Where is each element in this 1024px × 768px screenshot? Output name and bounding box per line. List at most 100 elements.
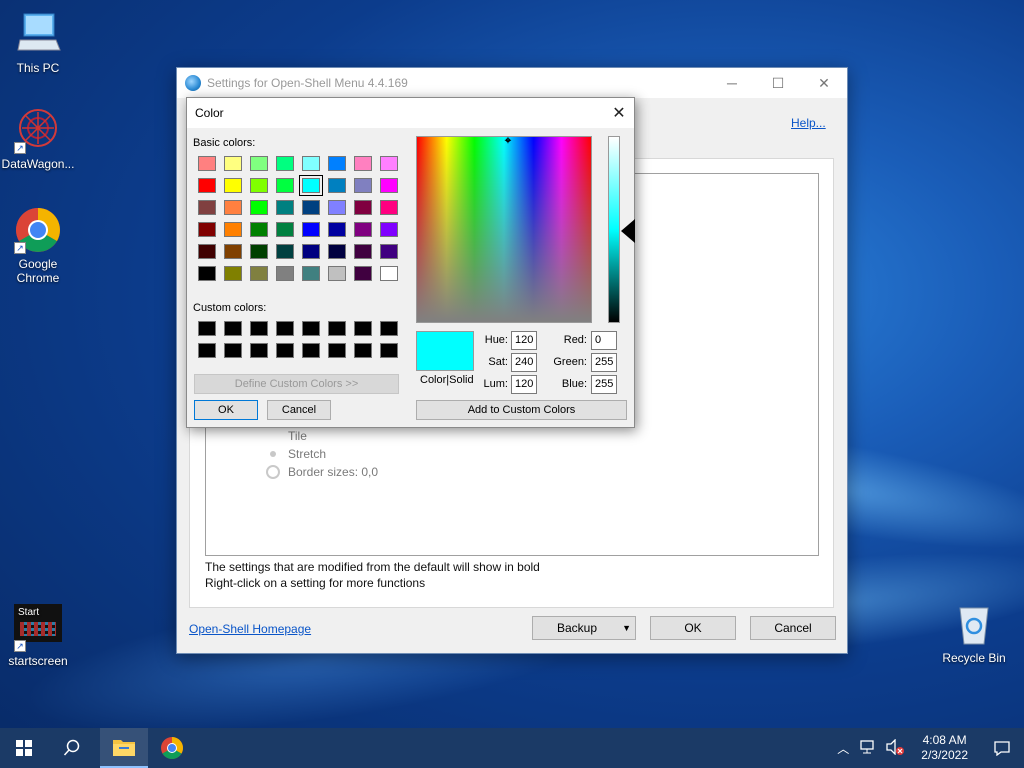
color-dialog-close-button[interactable]: ✕ xyxy=(604,98,634,128)
minimize-button[interactable]: ─ xyxy=(709,68,755,98)
green-field[interactable]: 255 xyxy=(591,353,617,372)
hue-field[interactable]: 120 xyxy=(511,331,537,350)
basic-color-swatch[interactable] xyxy=(224,156,242,171)
basic-color-swatch[interactable] xyxy=(250,156,268,171)
basic-color-swatch[interactable] xyxy=(250,244,268,259)
basic-color-swatch[interactable] xyxy=(224,244,242,259)
notification-center-icon[interactable] xyxy=(980,740,1024,756)
basic-color-swatch[interactable] xyxy=(198,266,216,281)
basic-color-swatch[interactable] xyxy=(302,200,320,215)
color-spectrum-picker[interactable] xyxy=(416,136,592,323)
tree-item-tile[interactable]: Tile xyxy=(288,429,307,443)
custom-color-swatch[interactable] xyxy=(380,343,398,358)
custom-color-swatch[interactable] xyxy=(198,321,216,336)
basic-color-swatch[interactable] xyxy=(380,156,398,171)
ok-button[interactable]: OK xyxy=(650,616,736,640)
basic-color-swatch[interactable] xyxy=(276,200,294,215)
custom-color-swatch[interactable] xyxy=(354,343,372,358)
desktop-icon-this-pc[interactable]: This PC xyxy=(0,10,76,75)
basic-color-swatch[interactable] xyxy=(380,200,398,215)
taskbar-chrome[interactable] xyxy=(148,728,196,768)
basic-color-swatch[interactable] xyxy=(354,178,372,193)
basic-color-swatch[interactable] xyxy=(328,178,346,193)
tree-item-stretch[interactable]: Stretch xyxy=(270,447,326,461)
taskbar-file-explorer[interactable] xyxy=(100,728,148,768)
blue-field[interactable]: 255 xyxy=(591,375,617,394)
basic-color-swatch[interactable] xyxy=(198,156,216,171)
luminosity-slider-arrow[interactable] xyxy=(621,219,635,243)
basic-color-swatch[interactable] xyxy=(328,222,346,237)
basic-color-swatch[interactable] xyxy=(198,178,216,193)
basic-color-swatch[interactable] xyxy=(276,178,294,193)
cancel-button[interactable]: Cancel xyxy=(750,616,836,640)
basic-color-swatch[interactable] xyxy=(328,266,346,281)
custom-color-swatch[interactable] xyxy=(198,343,216,358)
tree-item-border-sizes[interactable]: Border sizes: 0,0 xyxy=(266,465,378,479)
color-cancel-button[interactable]: Cancel xyxy=(267,400,331,420)
custom-color-swatch[interactable] xyxy=(276,343,294,358)
backup-button[interactable]: Backup ▼ xyxy=(532,616,636,640)
custom-color-swatch[interactable] xyxy=(328,321,346,336)
basic-color-swatch[interactable] xyxy=(276,222,294,237)
basic-color-swatch[interactable] xyxy=(250,178,268,193)
open-shell-homepage-link[interactable]: Open-Shell Homepage xyxy=(189,622,311,636)
basic-color-swatch[interactable] xyxy=(250,222,268,237)
basic-color-swatch[interactable] xyxy=(224,222,242,237)
basic-color-swatch[interactable] xyxy=(328,156,346,171)
basic-color-swatch[interactable] xyxy=(302,156,320,171)
help-link[interactable]: Help... xyxy=(791,116,826,130)
sat-field[interactable]: 240 xyxy=(511,353,537,372)
basic-color-swatch[interactable] xyxy=(302,222,320,237)
desktop-icon-datawagon[interactable]: ↗ DataWagon... xyxy=(0,106,76,171)
basic-color-swatch[interactable] xyxy=(380,266,398,281)
basic-color-swatch[interactable] xyxy=(224,200,242,215)
custom-color-swatch[interactable] xyxy=(302,343,320,358)
color-dialog-title-bar[interactable]: Color ✕ xyxy=(187,98,634,128)
lum-field[interactable]: 120 xyxy=(511,375,537,394)
basic-color-swatch[interactable] xyxy=(354,244,372,259)
taskbar-clock[interactable]: 4:08 AM 2/3/2022 xyxy=(909,733,980,763)
custom-color-swatch[interactable] xyxy=(224,321,242,336)
basic-color-swatch[interactable] xyxy=(224,266,242,281)
basic-color-swatch[interactable] xyxy=(354,200,372,215)
basic-color-swatch[interactable] xyxy=(354,156,372,171)
basic-color-swatch[interactable] xyxy=(302,244,320,259)
maximize-button[interactable]: ☐ xyxy=(755,68,801,98)
basic-color-swatch[interactable] xyxy=(250,266,268,281)
custom-color-swatch[interactable] xyxy=(302,321,320,336)
volume-muted-icon[interactable] xyxy=(881,737,909,758)
desktop-icon-chrome[interactable]: ↗ Google Chrome xyxy=(0,206,76,285)
custom-color-swatch[interactable] xyxy=(354,321,372,336)
basic-color-swatch[interactable] xyxy=(354,222,372,237)
basic-color-swatch[interactable] xyxy=(328,244,346,259)
search-button[interactable] xyxy=(48,728,96,768)
custom-color-swatch[interactable] xyxy=(276,321,294,336)
basic-color-swatch[interactable] xyxy=(276,244,294,259)
close-button[interactable]: ✕ xyxy=(801,68,847,98)
red-field[interactable]: 0 xyxy=(591,331,617,350)
basic-color-swatch[interactable] xyxy=(224,178,242,193)
start-button[interactable] xyxy=(0,728,48,768)
basic-color-swatch[interactable] xyxy=(198,200,216,215)
custom-color-swatch[interactable] xyxy=(328,343,346,358)
basic-color-swatch[interactable] xyxy=(302,266,320,281)
custom-color-swatch[interactable] xyxy=(224,343,242,358)
basic-color-swatch[interactable] xyxy=(299,175,323,196)
desktop-icon-startscreen[interactable]: Start ↗ startscreen xyxy=(0,604,76,668)
settings-title-bar[interactable]: Settings for Open-Shell Menu 4.4.169 ─ ☐… xyxy=(177,68,847,98)
basic-color-swatch[interactable] xyxy=(380,244,398,259)
basic-color-swatch[interactable] xyxy=(276,156,294,171)
network-icon[interactable] xyxy=(855,739,881,758)
basic-color-swatch[interactable] xyxy=(250,200,268,215)
basic-color-swatch[interactable] xyxy=(328,200,346,215)
basic-color-swatch[interactable] xyxy=(198,222,216,237)
custom-color-swatch[interactable] xyxy=(250,343,268,358)
add-to-custom-colors-button[interactable]: Add to Custom Colors xyxy=(416,400,627,420)
basic-color-swatch[interactable] xyxy=(380,222,398,237)
custom-color-swatch[interactable] xyxy=(380,321,398,336)
basic-color-swatch[interactable] xyxy=(276,266,294,281)
basic-color-swatch[interactable] xyxy=(354,266,372,281)
show-hidden-icons-chevron-icon[interactable]: ︿ xyxy=(831,740,855,757)
desktop-icon-recycle-bin[interactable]: Recycle Bin xyxy=(936,600,1012,665)
custom-color-swatch[interactable] xyxy=(250,321,268,336)
